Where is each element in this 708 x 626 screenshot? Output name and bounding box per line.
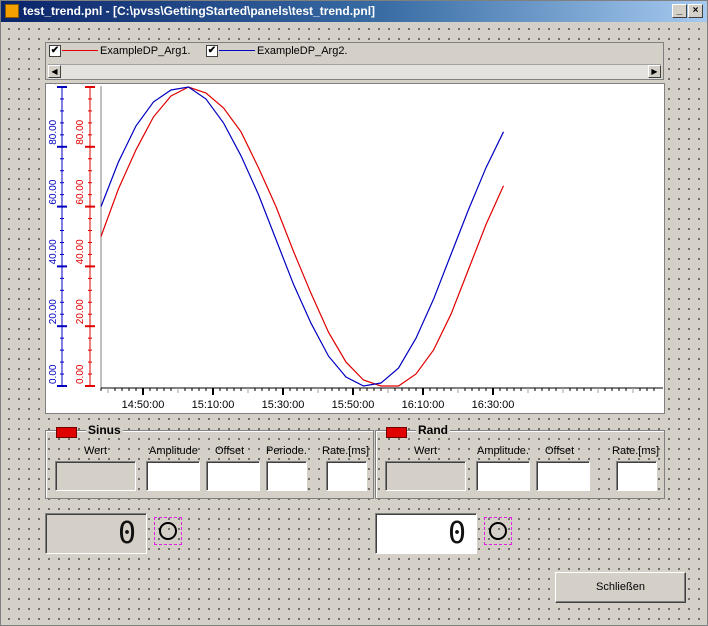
y-tick-label: 60.00 [75, 179, 86, 204]
trend-chart[interactable]: 0.00 20.00 40.00 60.00 80.00 100.00 0.00 20.00 4… [45, 83, 665, 414]
sinus-amplitude-label: Amplitude [149, 445, 198, 457]
x-tick-label: 16:30:00 [472, 399, 515, 411]
rand-display-value: 0 [447, 516, 466, 551]
rand-value-display: 0 [375, 513, 477, 554]
x-tick-label: 16:10:00 [402, 399, 445, 411]
rand-amplitude-input[interactable] [476, 461, 530, 491]
rand-offset-label: Offset [545, 445, 575, 457]
sinus-rate-label: Rate.[ms] [322, 445, 370, 457]
rand-rate-label: Rate.[ms] [612, 445, 660, 457]
x-tick-label: 15:50:00 [332, 399, 375, 411]
scroll-right-button[interactable]: ▶ [648, 65, 661, 78]
sinus-offset-input[interactable] [206, 461, 260, 491]
y-tick-label: 60.00 [48, 179, 59, 204]
rand-lamp-icon [484, 517, 512, 545]
x-tick-label: 14:50:00 [122, 399, 165, 411]
y-tick-label: 80.00 [48, 119, 59, 144]
series-line [100, 86, 505, 387]
rand-amplitude-label: Amplitude. [477, 445, 529, 457]
sinus-periode-label: Periode. [266, 445, 307, 457]
rand-wert-label: Wert [414, 445, 438, 457]
scroll-left-button[interactable]: ◀ [48, 65, 61, 78]
rand-status-indicator [386, 427, 407, 438]
sinus-offset-label: Offset [215, 445, 245, 457]
trend-legend: ✔ ExampleDP_Arg1. ✔ ExampleDP_Arg2. ◀ ▶ [45, 42, 664, 80]
legend-checkbox-arg1[interactable]: ✔ [49, 45, 61, 57]
legend-horizontal-scrollbar[interactable]: ◀ ▶ [48, 64, 661, 79]
y-tick-label: 100.00 [48, 84, 59, 85]
close-button[interactable]: Schließen [555, 572, 686, 603]
y-tick-label: 40.00 [75, 239, 86, 264]
legend-swatch-arg1 [62, 50, 98, 51]
rand-group: Rand Wert Amplitude. Offset Rate.[ms] [375, 423, 665, 499]
sinus-group-title: Sinus [86, 423, 123, 437]
sinus-periode-input[interactable] [266, 461, 307, 491]
legend-label-arg1: ExampleDP_Arg1. [100, 45, 191, 57]
y-tick-label: 80.00 [75, 119, 86, 144]
window-title: test_trend.pnl - [C:\pvss\GettingStarted… [23, 4, 376, 18]
minimize-button[interactable]: _ [672, 4, 687, 18]
sinus-wert-label: Wert [84, 445, 108, 457]
y-tick-label: 40.00 [48, 239, 59, 264]
rand-group-title: Rand [416, 423, 450, 437]
series-line [100, 86, 505, 387]
sinus-group: Sinus Wert Amplitude Offset Periode. Rat… [45, 423, 374, 499]
sinus-rate-input[interactable] [326, 461, 367, 491]
panel-window: test_trend.pnl - [C:\pvss\GettingStarted… [0, 0, 708, 626]
rand-rate-input[interactable] [616, 461, 657, 491]
x-tick-label: 15:30:00 [262, 399, 305, 411]
rand-wert-field [385, 461, 466, 491]
y-tick-label: 100.00 [75, 84, 86, 85]
y-tick-label: 20.00 [48, 299, 59, 324]
trend-plot: 0.00 20.00 40.00 60.00 80.00 100.00 0.00 20.00 4… [48, 84, 663, 411]
sinus-status-indicator [56, 427, 77, 438]
y-tick-label: 0.00 [75, 364, 86, 384]
sinus-value-display: 0 [45, 513, 147, 554]
title-bar[interactable]: test_trend.pnl - [C:\pvss\GettingStarted… [1, 1, 707, 22]
rand-offset-input[interactable] [536, 461, 590, 491]
sinus-display-value: 0 [117, 516, 136, 551]
x-tick-label: 15:10:00 [192, 399, 235, 411]
sinus-lamp-icon [154, 517, 182, 545]
y-tick-label: 0.00 [48, 364, 59, 384]
legend-swatch-arg2 [219, 50, 255, 51]
y-tick-label: 20.00 [75, 299, 86, 324]
legend-checkbox-arg2[interactable]: ✔ [206, 45, 218, 57]
sinus-amplitude-input[interactable] [146, 461, 200, 491]
app-icon [5, 4, 19, 18]
close-window-button[interactable]: × [688, 4, 703, 18]
sinus-wert-field [55, 461, 136, 491]
legend-label-arg2: ExampleDP_Arg2. [257, 45, 348, 57]
